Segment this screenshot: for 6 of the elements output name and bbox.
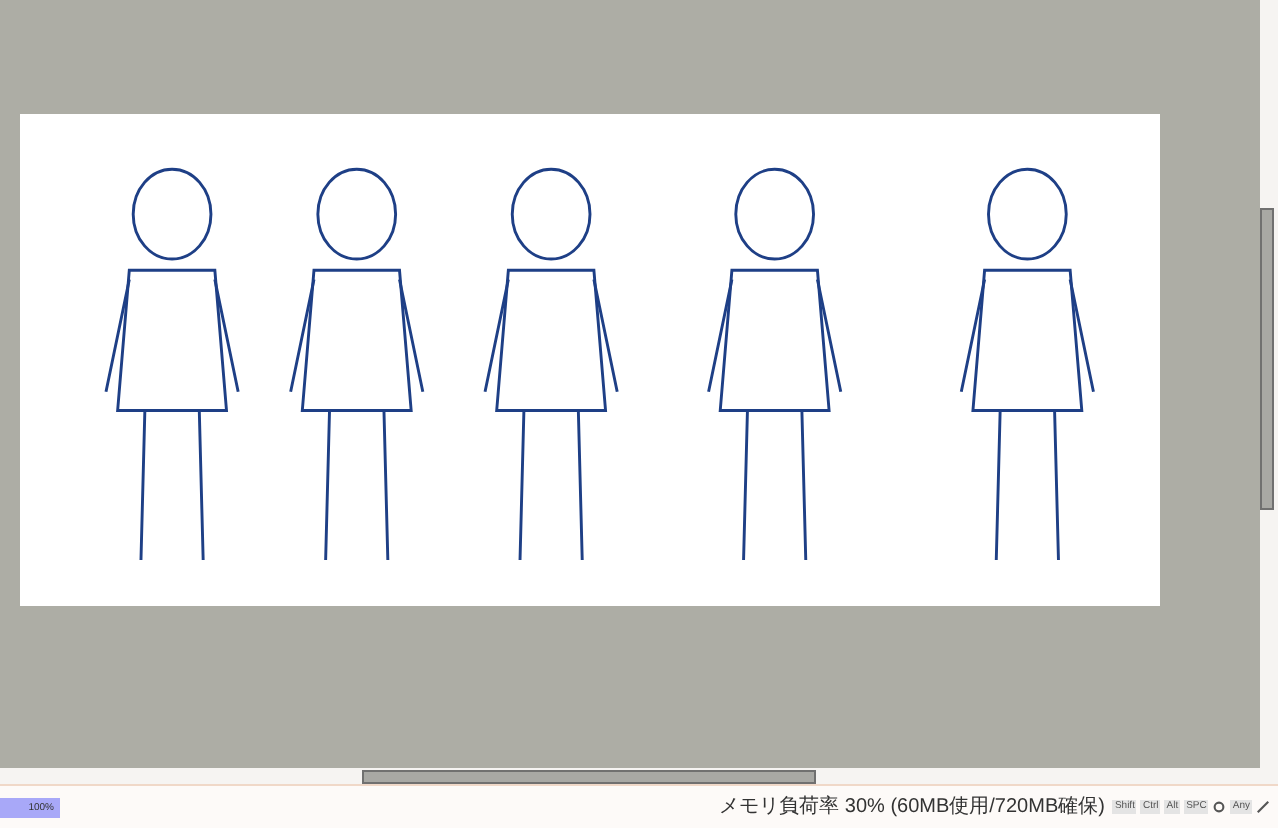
pen-icon[interactable] bbox=[1256, 800, 1270, 814]
memory-status: メモリ負荷率 30% (60MB使用/720MB確保) bbox=[719, 793, 1105, 822]
scrollbar-thumb[interactable] bbox=[1260, 208, 1274, 510]
scrollbar-thumb[interactable] bbox=[362, 769, 816, 783]
horizontal-scrollbar[interactable] bbox=[0, 768, 1260, 784]
vertical-scrollbar[interactable] bbox=[1260, 0, 1278, 784]
